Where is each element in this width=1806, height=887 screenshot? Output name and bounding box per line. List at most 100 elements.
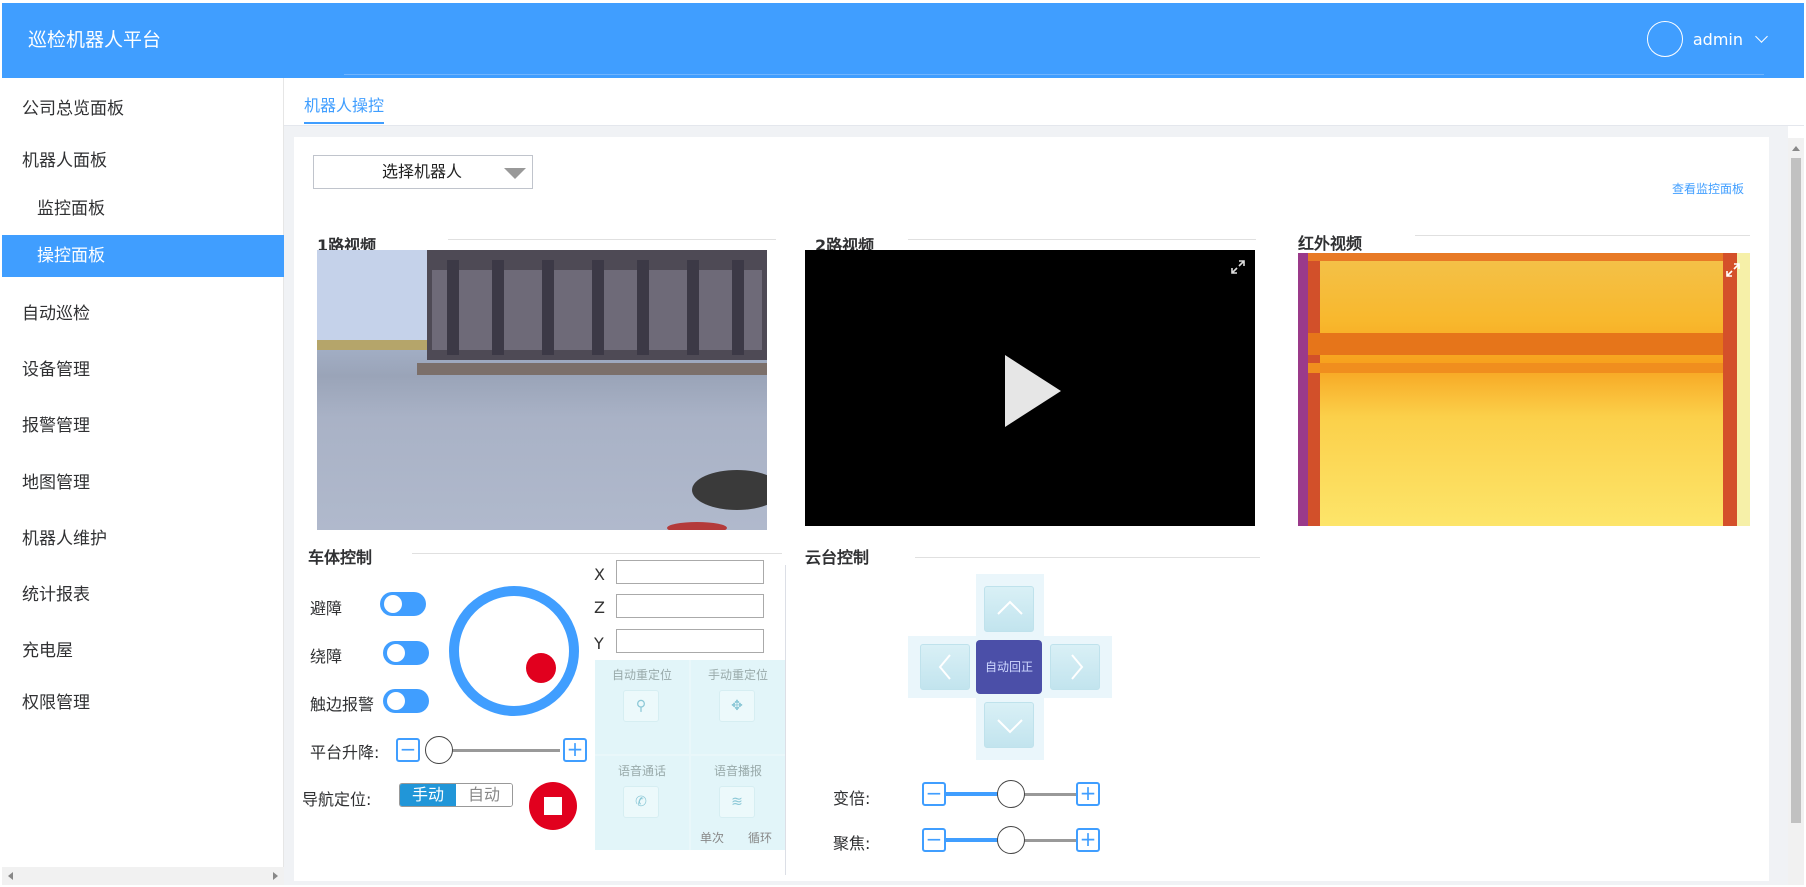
chevron-left-icon	[938, 654, 951, 680]
sidebar-horizontal-scrollbar[interactable]	[2, 867, 284, 885]
wifi-icon: ≋	[731, 794, 743, 810]
sidebar-item-alarm-management[interactable]: 报警管理	[2, 405, 284, 447]
app-frame: 巡检机器人平台 公司总览面板 机器人面板 监控面板 操控面板 自动巡检 设备管理…	[0, 0, 1806, 887]
video-ir-stream[interactable]	[1298, 253, 1750, 526]
manual-relocate-label: 手动重定位	[707, 668, 768, 682]
ptz-control-divider	[915, 557, 1260, 558]
scrollbar-thumb[interactable]	[1791, 158, 1801, 823]
sidebar-item-auto-patrol[interactable]: 自动巡检	[2, 293, 284, 335]
sidebar-item-robot-maintenance[interactable]: 机器人维护	[2, 518, 284, 560]
sidebar-item-company-overview[interactable]: 公司总览面板	[2, 88, 284, 130]
main-vertical-scrollbar[interactable]	[1788, 138, 1804, 885]
chevron-down-icon	[997, 719, 1023, 734]
scroll-left-arrow-icon[interactable]	[8, 872, 13, 880]
username[interactable]: admin	[1693, 30, 1743, 49]
joystick-handle[interactable]	[526, 653, 556, 683]
x-label: X	[594, 565, 605, 584]
tab-robot-control[interactable]: 机器人操控	[304, 92, 385, 124]
plus-icon[interactable]: +	[1076, 782, 1100, 806]
fullscreen-icon[interactable]	[1231, 260, 1245, 274]
y-field[interactable]	[616, 629, 764, 653]
obstacle-detour-label: 绕障	[310, 647, 343, 666]
sidebar-item-control-panel[interactable]: 操控面板	[2, 235, 284, 277]
view-monitor-link[interactable]: 查看监控面板	[1672, 180, 1744, 197]
nav-auto-option[interactable]: 自动	[456, 784, 512, 806]
focus-slider[interactable]: − +	[922, 826, 1100, 854]
z-field[interactable]	[616, 594, 764, 618]
chevron-down-icon[interactable]	[1755, 30, 1768, 43]
video-2-stream[interactable]	[805, 250, 1255, 526]
voice-call-button[interactable]: ✆	[623, 786, 659, 818]
nav-manual-option[interactable]: 手动	[400, 784, 456, 806]
car-control-divider	[412, 553, 782, 554]
video-2-divider	[908, 239, 1256, 240]
avatar[interactable]	[1646, 21, 1683, 57]
platform-lift-slider[interactable]: − +	[396, 736, 591, 764]
app-title: 巡检机器人平台	[2, 3, 284, 78]
broadcast-loop-option[interactable]: 循环	[748, 829, 772, 846]
play-icon[interactable]	[1005, 355, 1061, 427]
platform-lift-label: 平台升降:	[310, 743, 380, 762]
scroll-up-arrow-icon[interactable]	[1792, 146, 1800, 151]
broadcast-single-option[interactable]: 单次	[700, 829, 724, 846]
voice-call-cell: 语音通话 ✆	[595, 756, 689, 850]
sidebar-item-charging-house[interactable]: 充电屋	[2, 630, 284, 672]
user-menu[interactable]: admin	[1646, 21, 1768, 57]
ptz-left-button[interactable]	[920, 644, 970, 690]
chevron-right-icon	[1071, 654, 1084, 680]
sidebar-item-statistics[interactable]: 统计报表	[2, 574, 284, 616]
location-icon: ⚲	[635, 698, 647, 714]
nav-position-label: 导航定位:	[302, 790, 372, 809]
video-1-stream[interactable]	[317, 250, 767, 530]
platform-lift-knob[interactable]	[425, 736, 454, 764]
movement-joystick[interactable]	[449, 586, 579, 716]
ptz-direction-pad: 自动回正	[908, 574, 1112, 760]
auto-relocate-cell: 自动重定位 ⚲	[595, 660, 689, 754]
zoom-slider[interactable]: − +	[922, 780, 1100, 808]
focus-label: 聚焦:	[833, 834, 871, 853]
z-label: Z	[594, 598, 605, 617]
minus-icon[interactable]: −	[922, 782, 946, 806]
minus-icon[interactable]: −	[396, 738, 420, 762]
video-ir-divider	[1415, 235, 1750, 236]
focus-knob[interactable]	[997, 826, 1025, 854]
obstacle-avoid-toggle[interactable]	[380, 592, 426, 616]
ptz-center-button[interactable]: 自动回正	[976, 640, 1042, 694]
auto-relocate-label: 自动重定位	[611, 668, 672, 682]
ptz-down-button[interactable]	[984, 702, 1034, 748]
robot-select-label: 选择机器人	[382, 162, 463, 181]
auto-relocate-button[interactable]: ⚲	[623, 690, 659, 722]
manual-relocate-button[interactable]: ✥	[719, 690, 755, 722]
y-label: Y	[594, 634, 604, 653]
ptz-control-title: 云台控制	[805, 548, 870, 567]
plus-icon[interactable]: +	[563, 738, 587, 762]
edge-alarm-toggle[interactable]	[383, 689, 429, 713]
ptz-right-button[interactable]	[1050, 644, 1100, 690]
ptz-up-button[interactable]	[984, 586, 1034, 632]
video-ir-frame-image	[1298, 253, 1750, 526]
sidebar-item-robot-panel[interactable]: 机器人面板	[2, 140, 284, 182]
voice-broadcast-button[interactable]: ≋	[719, 786, 755, 818]
sidebar-item-monitor-panel[interactable]: 监控面板	[2, 188, 284, 230]
x-field[interactable]	[616, 560, 764, 584]
tab-bar: 机器人操控	[284, 78, 1804, 126]
sidebar-item-permissions[interactable]: 权限管理	[2, 682, 284, 724]
minus-icon[interactable]: −	[922, 828, 946, 852]
fullscreen-icon[interactable]	[1726, 263, 1740, 277]
zoom-knob[interactable]	[997, 780, 1025, 808]
nav-mode-toggle[interactable]: 手动 自动	[399, 783, 513, 807]
video-1-divider	[448, 239, 776, 240]
voice-broadcast-label: 语音播报	[713, 764, 762, 778]
scroll-right-arrow-icon[interactable]	[273, 872, 278, 880]
chevron-up-icon	[997, 600, 1023, 615]
obstacle-detour-toggle[interactable]	[383, 641, 429, 665]
sidebar-item-map-management[interactable]: 地图管理	[2, 462, 284, 504]
dropdown-triangle-icon	[504, 168, 526, 179]
plus-icon[interactable]: +	[1076, 828, 1100, 852]
robot-select[interactable]: 选择机器人	[313, 155, 533, 189]
phone-icon: ✆	[635, 794, 647, 810]
voice-call-label: 语音通话	[617, 764, 666, 778]
sidebar-item-device-management[interactable]: 设备管理	[2, 349, 284, 391]
emergency-stop-button[interactable]	[529, 782, 577, 830]
zoom-label: 变倍:	[833, 789, 871, 808]
